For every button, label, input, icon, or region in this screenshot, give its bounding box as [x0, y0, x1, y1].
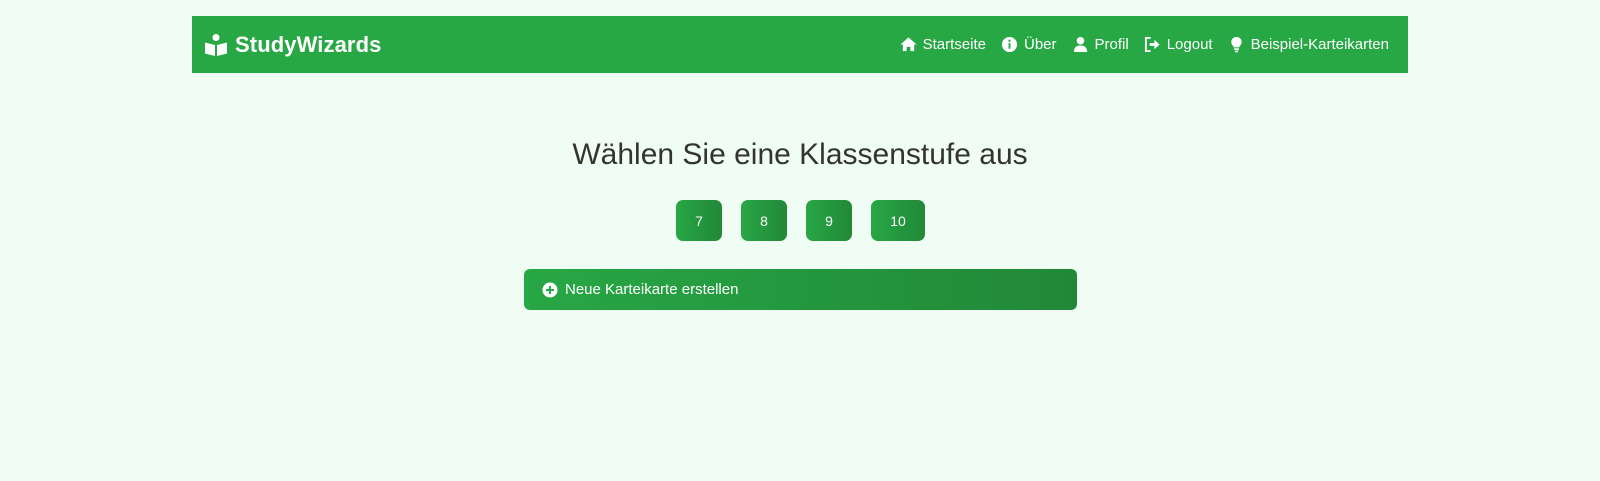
nav-link-label: Profil — [1094, 36, 1129, 53]
home-icon — [900, 36, 917, 53]
lightbulb-icon — [1228, 36, 1245, 53]
info-circle-icon — [1001, 36, 1018, 53]
new-flashcard-button[interactable]: Neue Karteikarte erstellen — [524, 269, 1077, 310]
nav-link-label: Über — [1024, 36, 1057, 53]
new-flashcard-label: Neue Karteikarte erstellen — [565, 281, 739, 298]
nav-link-profil[interactable]: Profil — [1072, 36, 1129, 53]
user-icon — [1072, 36, 1089, 53]
nav-link-label: Beispiel-Karteikarten — [1250, 36, 1389, 53]
grade-selector: 7 8 9 10 — [676, 200, 925, 241]
nav-link-label: Logout — [1166, 36, 1213, 53]
logout-icon — [1144, 36, 1161, 53]
nav-link-label: Startseite — [922, 36, 986, 53]
book-reader-icon — [204, 33, 228, 57]
brand-link[interactable]: StudyWizards — [204, 32, 381, 58]
page-title: Wählen Sie eine Klassenstufe aus — [572, 138, 1028, 171]
nav-link-beispiel-karteikarten[interactable]: Beispiel-Karteikarten — [1228, 36, 1389, 53]
grade-button-9[interactable]: 9 — [806, 200, 852, 241]
top-navbar: StudyWizards Startseite Über Profil Logo… — [192, 16, 1408, 73]
nav-link-ueber[interactable]: Über — [1001, 36, 1057, 53]
nav-link-logout[interactable]: Logout — [1144, 36, 1213, 53]
brand-name: StudyWizards — [235, 31, 382, 57]
nav-link-startseite[interactable]: Startseite — [900, 36, 986, 53]
grade-button-8[interactable]: 8 — [741, 200, 787, 241]
grade-button-7[interactable]: 7 — [676, 200, 722, 241]
plus-circle-icon — [542, 282, 558, 298]
nav-links: Startseite Über Profil Logout Beispiel-K… — [900, 36, 1389, 53]
grade-button-10[interactable]: 10 — [871, 200, 925, 241]
